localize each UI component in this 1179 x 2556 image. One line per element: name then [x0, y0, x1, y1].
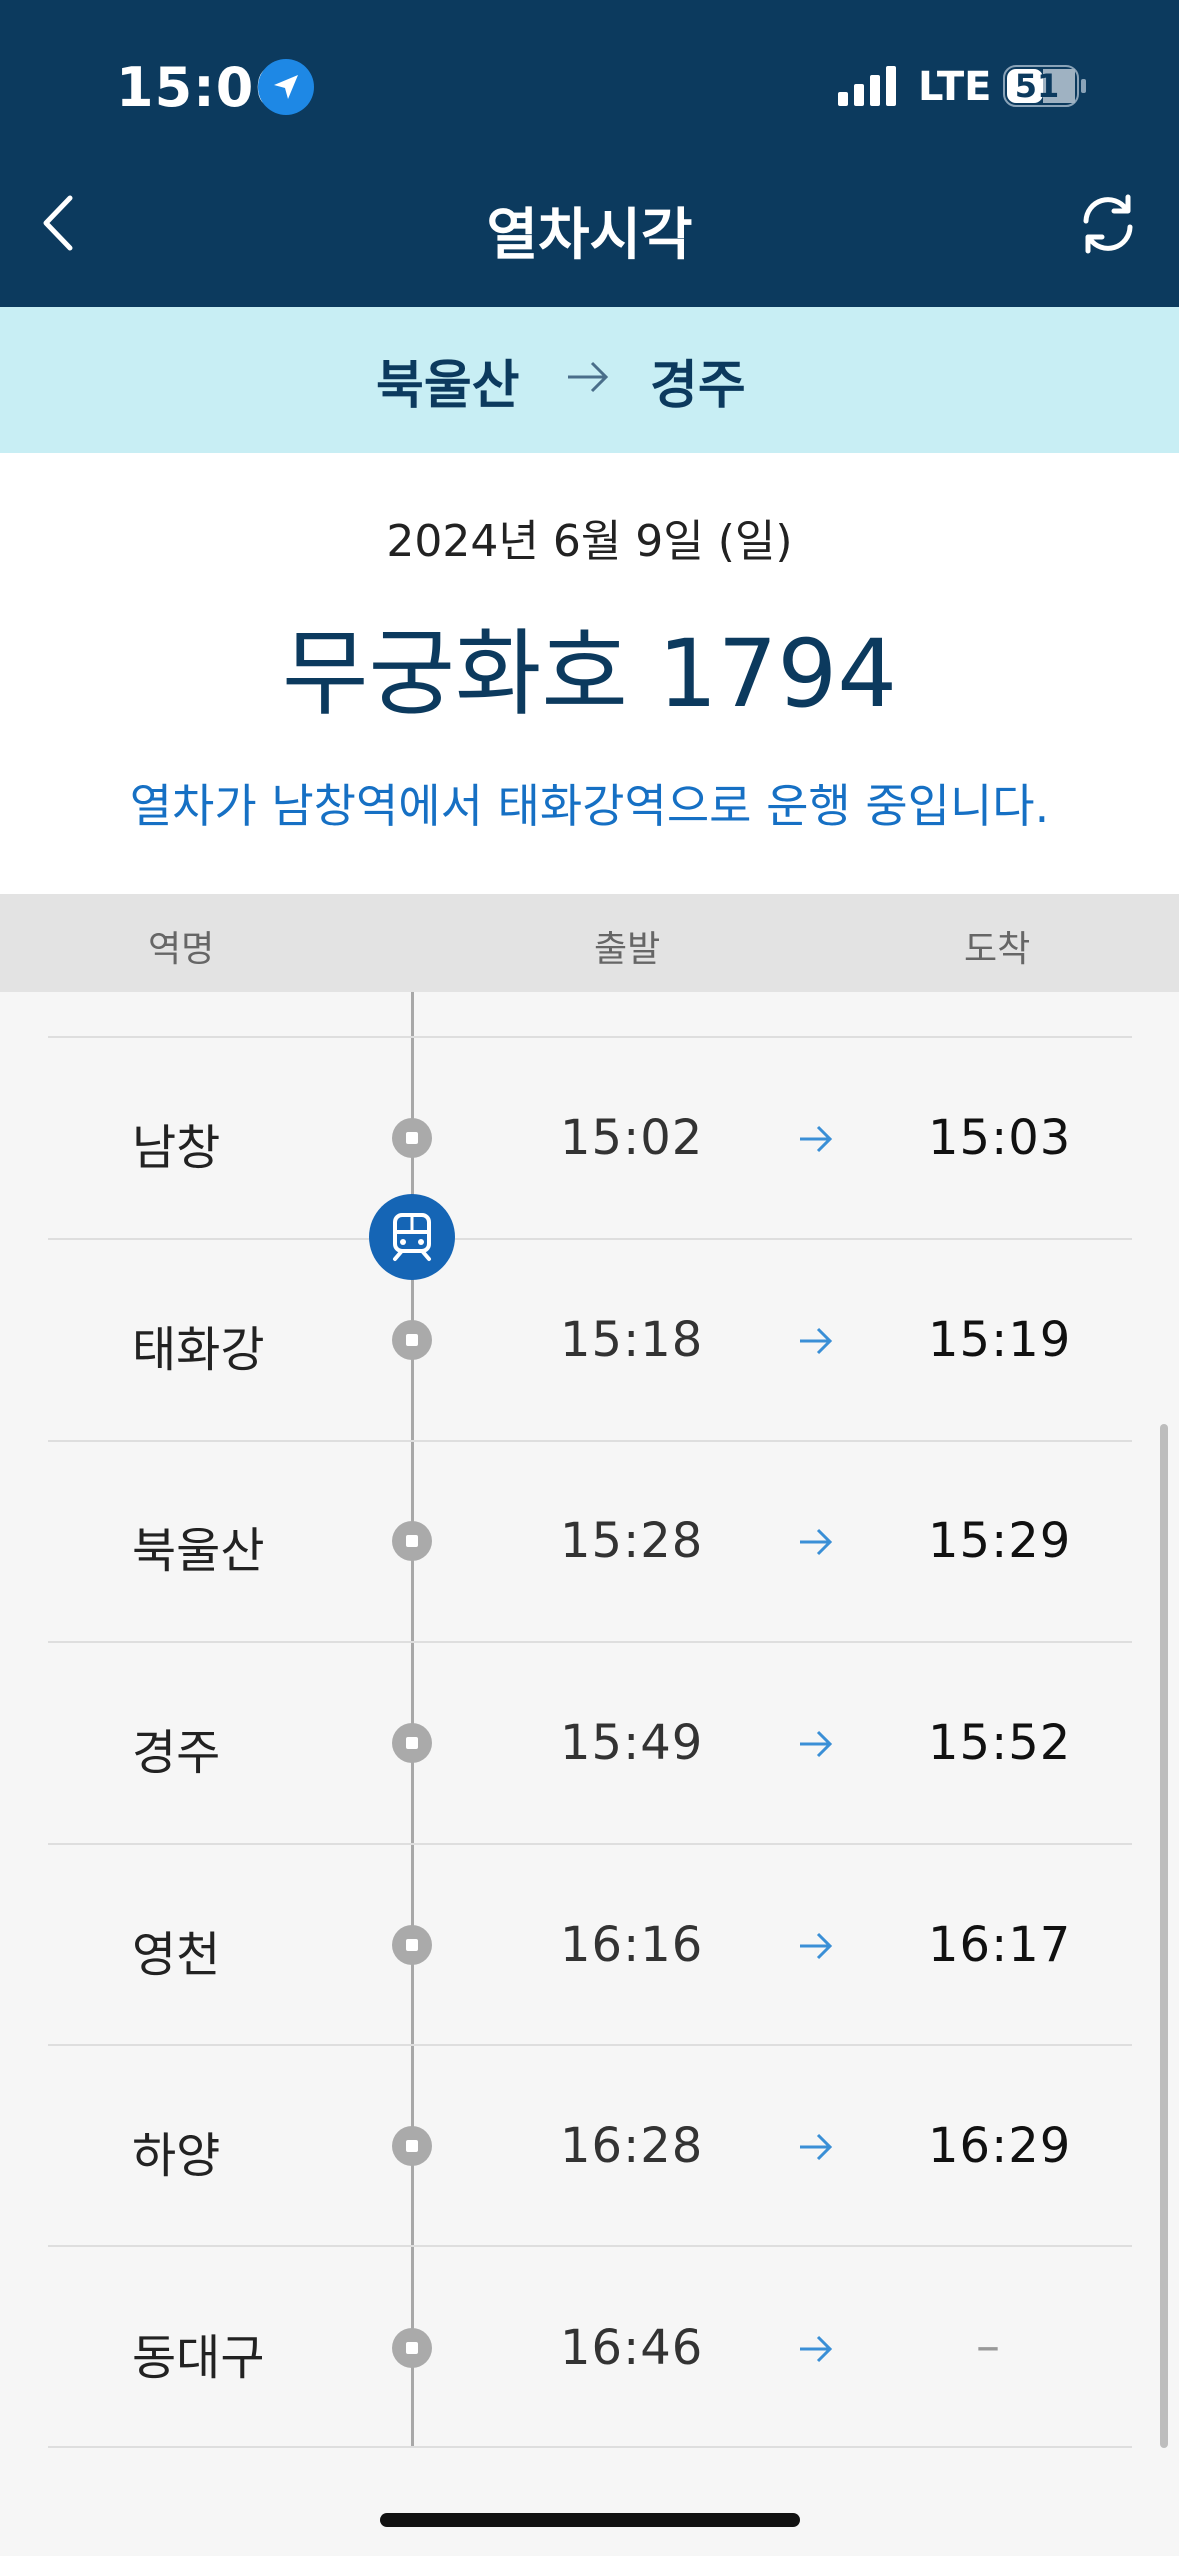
arrival-time: 15:03	[928, 1110, 1072, 1166]
location-arrow-icon	[258, 59, 314, 115]
station-name: 하양	[132, 2128, 221, 2184]
battery-level: 51	[1014, 67, 1060, 105]
arrow-right-icon	[800, 1125, 833, 1153]
arrow-right-icon	[800, 1932, 833, 1960]
departure-time: 16:16	[560, 1917, 704, 1973]
stop-dot	[392, 1118, 432, 1158]
stop-dot	[392, 1521, 432, 1561]
train-position-marker	[369, 1194, 455, 1280]
departure-time: 15:28	[560, 1513, 704, 1569]
signal-icon	[838, 66, 896, 106]
row-divider	[48, 1238, 1132, 1240]
stop-dot	[392, 1320, 432, 1360]
refresh-icon[interactable]	[1076, 193, 1140, 255]
stop-dot	[392, 1723, 432, 1763]
row-divider	[48, 2044, 1132, 2046]
station-name: 경주	[132, 1725, 221, 1781]
row-divider	[48, 1440, 1132, 1442]
departure-time: 15:18	[560, 1312, 704, 1368]
arrival-time: –	[976, 2318, 1001, 2374]
arrow-right-icon	[800, 1327, 833, 1355]
stop-dot	[392, 2126, 432, 2166]
arrow-right-icon	[800, 1730, 833, 1758]
station-name: 동대구	[132, 2330, 265, 2386]
arrival-time: 16:17	[928, 1917, 1072, 1973]
arrival-time: 15:52	[928, 1715, 1072, 1771]
train-icon	[393, 1213, 431, 1261]
row-divider	[48, 1036, 1132, 1038]
page-title: 열차시각	[486, 203, 693, 268]
header-departure: 출발	[594, 929, 661, 970]
departure-time: 15:49	[560, 1715, 704, 1771]
row-divider	[48, 1641, 1132, 1643]
station-name: 태화강	[132, 1322, 265, 1378]
row-divider	[48, 2446, 1132, 2448]
row-divider	[48, 1843, 1132, 1845]
train-timetable-screen: 15:06 LTE 51 열차시각 북울산 경주 2024년 6월 9일 (일)…	[0, 0, 1179, 2556]
departure-time: 16:28	[560, 2118, 704, 2174]
route-destination: 경주	[650, 356, 746, 416]
stop-dot	[392, 1925, 432, 1965]
route-origin: 북울산	[376, 356, 520, 416]
header-arrival: 도착	[964, 929, 1031, 970]
train-name: 무궁화호 1794	[281, 620, 898, 729]
arrow-right-icon	[800, 2133, 833, 2161]
station-name: 북울산	[132, 1523, 265, 1579]
departure-time: 15:02	[560, 1110, 704, 1166]
arrow-right-icon	[800, 1528, 833, 1556]
stop-dot	[392, 2328, 432, 2368]
header-station: 역명	[148, 929, 215, 970]
arrow-right-icon	[800, 2335, 833, 2363]
station-name: 남창	[132, 1120, 221, 1176]
arrival-time: 15:29	[928, 1513, 1072, 1569]
network-type: LTE	[918, 64, 992, 110]
travel-date: 2024년 6월 9일 (일)	[386, 516, 793, 567]
arrival-time: 15:19	[928, 1312, 1072, 1368]
departure-time: 16:46	[560, 2320, 704, 2376]
home-indicator[interactable]	[380, 2513, 800, 2527]
row-divider	[48, 2245, 1132, 2247]
arrival-time: 16:29	[928, 2118, 1072, 2174]
running-status-message: 열차가 남창역에서 태화강역으로 운행 중입니다.	[129, 779, 1050, 833]
scrollbar[interactable]	[1160, 1424, 1168, 2448]
station-name: 영천	[132, 1927, 221, 1983]
arrow-right-icon	[568, 361, 609, 393]
